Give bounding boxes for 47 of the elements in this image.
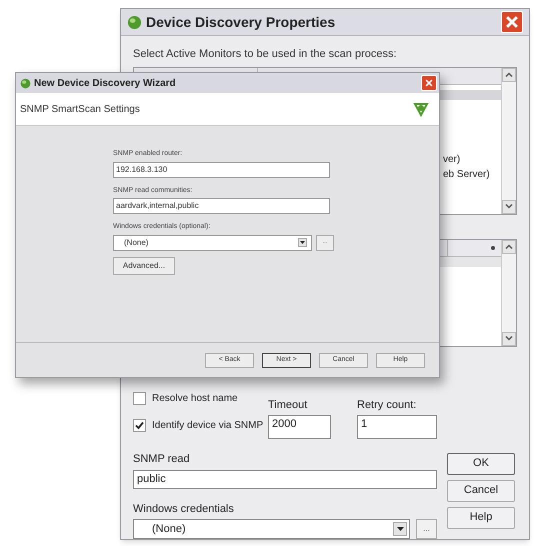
scrollbar[interactable] <box>501 68 516 214</box>
router-field[interactable]: 192.168.3.130 <box>113 162 330 178</box>
dialog-button[interactable]: Help <box>447 506 515 528</box>
dot-icon <box>491 246 495 250</box>
close-icon <box>505 15 519 29</box>
dropdown-value: (None) <box>152 522 187 537</box>
globe-icon <box>20 78 31 88</box>
option-label: Resolve host name <box>152 392 238 406</box>
timeout-field[interactable]: 2000 <box>268 415 331 439</box>
up-caret-icon <box>505 244 513 249</box>
dropdown-button[interactable] <box>393 522 407 536</box>
communities-field[interactable]: aardvark,internal,public <box>113 198 330 214</box>
down-triangle-icon <box>300 241 305 244</box>
down-caret-icon <box>505 336 513 341</box>
network-icon <box>413 101 429 117</box>
dropdown-value: (None) <box>124 236 150 248</box>
checkbox[interactable] <box>133 392 146 404</box>
credentials-dropdown[interactable]: (None) <box>133 519 410 539</box>
dialog-button[interactable]: Cancel <box>447 480 515 502</box>
monitor-item[interactable]: eb Server) <box>443 166 490 182</box>
dropdown-button[interactable] <box>298 238 307 247</box>
close-button[interactable] <box>421 75 437 91</box>
monitor-item[interactable]: ver) <box>443 152 460 166</box>
timeout-label: Timeout <box>268 398 308 412</box>
retry-count-field[interactable]: 1 <box>357 415 437 439</box>
close-icon <box>425 79 433 87</box>
wizard-heading: SNMP SmartScan Settings <box>20 102 140 116</box>
window-title: Device Discovery Properties <box>146 12 336 32</box>
snmp-read-label: SNMP read <box>133 452 191 467</box>
close-button[interactable] <box>501 11 523 33</box>
down-triangle-icon <box>396 527 404 531</box>
up-caret-icon <box>505 72 513 77</box>
credentials-label: Windows credentials <box>133 502 235 516</box>
advanced-button[interactable]: Advanced... <box>113 256 175 274</box>
down-caret-icon <box>505 204 513 209</box>
prompt-label: Select Active Monitors to be used in the scan process: <box>133 47 398 62</box>
retry-count-label: Retry count: <box>357 398 418 412</box>
dialog-button[interactable]: OK <box>447 452 515 474</box>
check-icon <box>135 420 144 430</box>
checkbox[interactable] <box>133 418 146 432</box>
snmp-read-field[interactable]: public <box>133 470 437 488</box>
credentials-dropdown[interactable]: (None) <box>113 234 312 250</box>
option-label: Identify device via SNMP <box>152 418 264 432</box>
scrollbar[interactable] <box>501 240 516 346</box>
window-title: New Device Discovery Wizard <box>34 76 177 90</box>
globe-icon <box>127 14 142 30</box>
browse-button[interactable]: ... <box>416 519 437 539</box>
